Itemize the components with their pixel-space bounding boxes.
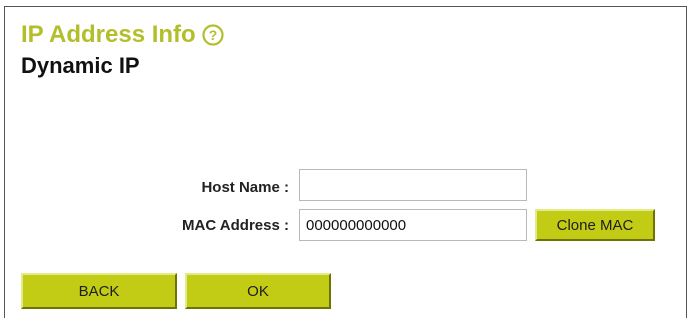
question-circle-icon: ? xyxy=(202,24,224,46)
page-title: IP Address Info xyxy=(21,21,196,48)
clone-mac-button[interactable]: Clone MAC xyxy=(535,209,655,241)
mac-address-input[interactable] xyxy=(299,209,527,241)
panel-frame: IP Address Info ? Dynamic IP Host Name :… xyxy=(4,6,687,318)
host-name-label: Host Name : xyxy=(201,179,289,196)
title-row: IP Address Info ? xyxy=(21,21,224,49)
mac-address-label: MAC Address : xyxy=(182,217,289,234)
connection-type-heading: Dynamic IP xyxy=(21,53,140,78)
back-button[interactable]: BACK xyxy=(21,273,177,309)
help-icon[interactable]: ? xyxy=(202,24,224,46)
ok-button[interactable]: OK xyxy=(185,273,331,309)
host-name-input[interactable] xyxy=(299,169,527,201)
svg-text:?: ? xyxy=(208,27,217,43)
